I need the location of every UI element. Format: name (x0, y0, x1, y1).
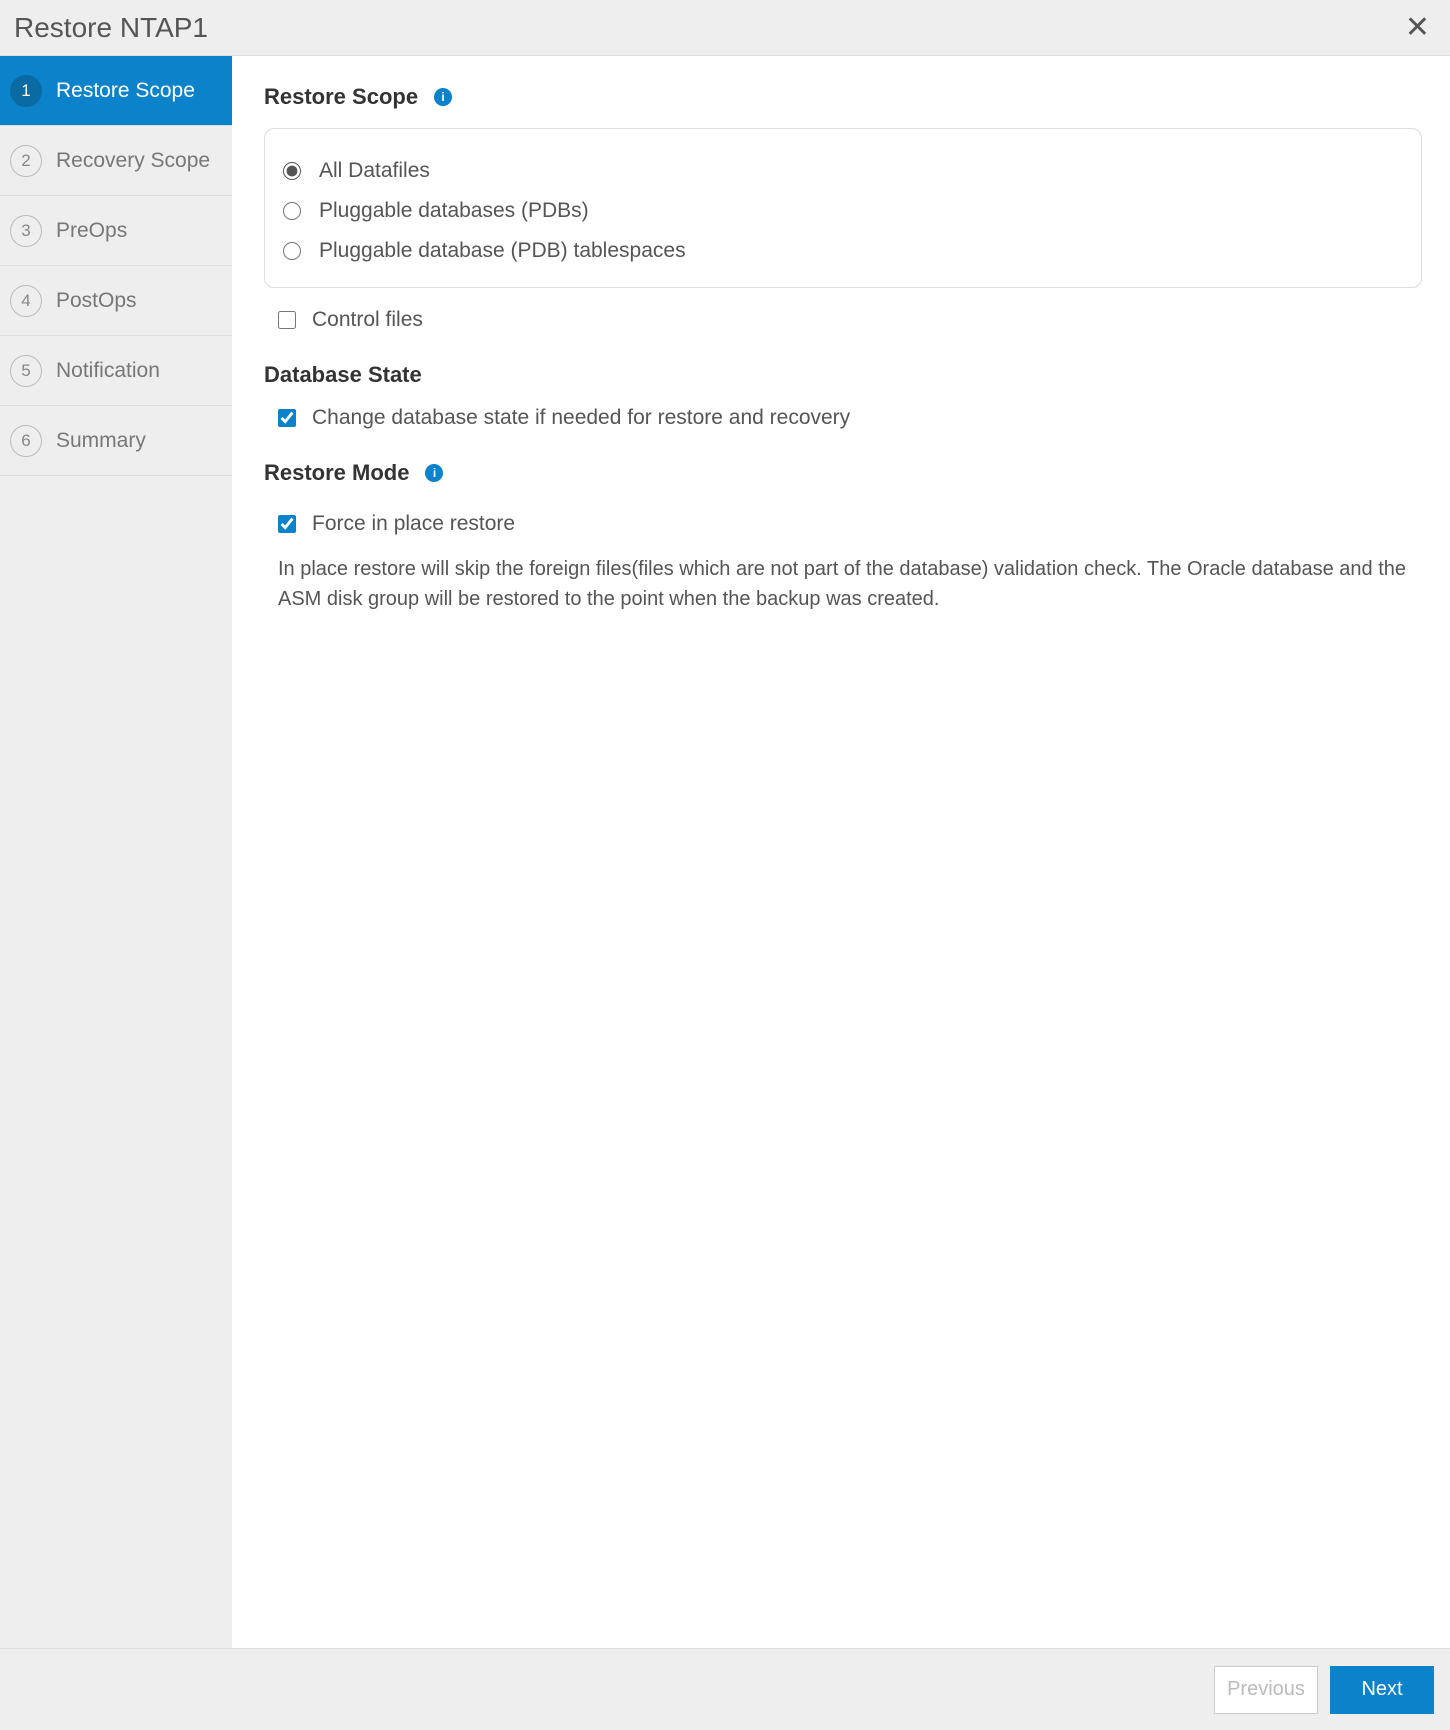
dialog-footer: Previous Next (0, 1648, 1450, 1730)
previous-button[interactable]: Previous (1214, 1666, 1318, 1714)
step-label: Summary (56, 429, 146, 453)
radio-pdb-tablespaces-row: Pluggable database (PDB) tablespaces (283, 239, 1403, 263)
step-number: 6 (10, 425, 42, 457)
content-pane: Restore Scope i All Datafiles Pluggable … (232, 56, 1450, 1648)
step-number: 4 (10, 285, 42, 317)
radio-pdbs-label: Pluggable databases (PDBs) (319, 199, 589, 223)
step-label: PostOps (56, 289, 137, 313)
step-number: 3 (10, 215, 42, 247)
control-files-row: Control files (278, 308, 1422, 332)
radio-pdbs-row: Pluggable databases (PDBs) (283, 199, 1403, 223)
database-state-heading: Database State (264, 362, 1422, 388)
restore-dialog: Restore NTAP1 ✕ 1 Restore Scope 2 Recove… (0, 0, 1450, 1730)
sidebar-step-postops[interactable]: 4 PostOps (0, 266, 232, 336)
step-number: 1 (10, 75, 42, 107)
heading-text: Restore Scope (264, 84, 418, 110)
sidebar-step-restore-scope[interactable]: 1 Restore Scope (0, 56, 232, 126)
change-state-row: Change database state if needed for rest… (278, 406, 1422, 430)
radio-all-datafiles[interactable] (283, 162, 301, 180)
checkbox-change-state[interactable] (278, 409, 296, 427)
restore-scope-options: All Datafiles Pluggable databases (PDBs)… (264, 128, 1422, 288)
sidebar-step-summary[interactable]: 6 Summary (0, 406, 232, 476)
info-icon[interactable]: i (434, 88, 452, 106)
checkbox-control-files-label: Control files (312, 308, 423, 332)
checkbox-force-in-place[interactable] (278, 515, 296, 533)
dialog-title: Restore NTAP1 (14, 12, 208, 44)
restore-mode-heading: Restore Mode i (264, 460, 1422, 486)
step-label: Restore Scope (56, 79, 195, 103)
force-in-place-description: In place restore will skip the foreign f… (264, 554, 1422, 614)
step-label: Recovery Scope (56, 149, 210, 173)
radio-pdb-tablespaces[interactable] (283, 242, 301, 260)
heading-text: Database State (264, 362, 422, 388)
force-in-place-row: Force in place restore (278, 512, 1422, 536)
step-label: PreOps (56, 219, 127, 243)
dialog-body: 1 Restore Scope 2 Recovery Scope 3 PreOp… (0, 56, 1450, 1648)
step-number: 5 (10, 355, 42, 387)
checkbox-control-files[interactable] (278, 311, 296, 329)
heading-text: Restore Mode (264, 460, 409, 486)
wizard-sidebar: 1 Restore Scope 2 Recovery Scope 3 PreOp… (0, 56, 232, 1648)
radio-all-datafiles-row: All Datafiles (283, 159, 1403, 183)
checkbox-change-state-label: Change database state if needed for rest… (312, 406, 850, 430)
radio-all-datafiles-label: All Datafiles (319, 159, 430, 183)
restore-scope-heading: Restore Scope i (264, 84, 1422, 110)
radio-pdb-tablespaces-label: Pluggable database (PDB) tablespaces (319, 239, 686, 263)
sidebar-step-notification[interactable]: 5 Notification (0, 336, 232, 406)
radio-pdbs[interactable] (283, 202, 301, 220)
info-icon[interactable]: i (425, 464, 443, 482)
step-number: 2 (10, 145, 42, 177)
next-button[interactable]: Next (1330, 1666, 1434, 1714)
sidebar-step-preops[interactable]: 3 PreOps (0, 196, 232, 266)
close-icon[interactable]: ✕ (1401, 9, 1434, 47)
titlebar: Restore NTAP1 ✕ (0, 0, 1450, 56)
checkbox-force-in-place-label: Force in place restore (312, 512, 515, 536)
step-label: Notification (56, 359, 160, 383)
sidebar-step-recovery-scope[interactable]: 2 Recovery Scope (0, 126, 232, 196)
